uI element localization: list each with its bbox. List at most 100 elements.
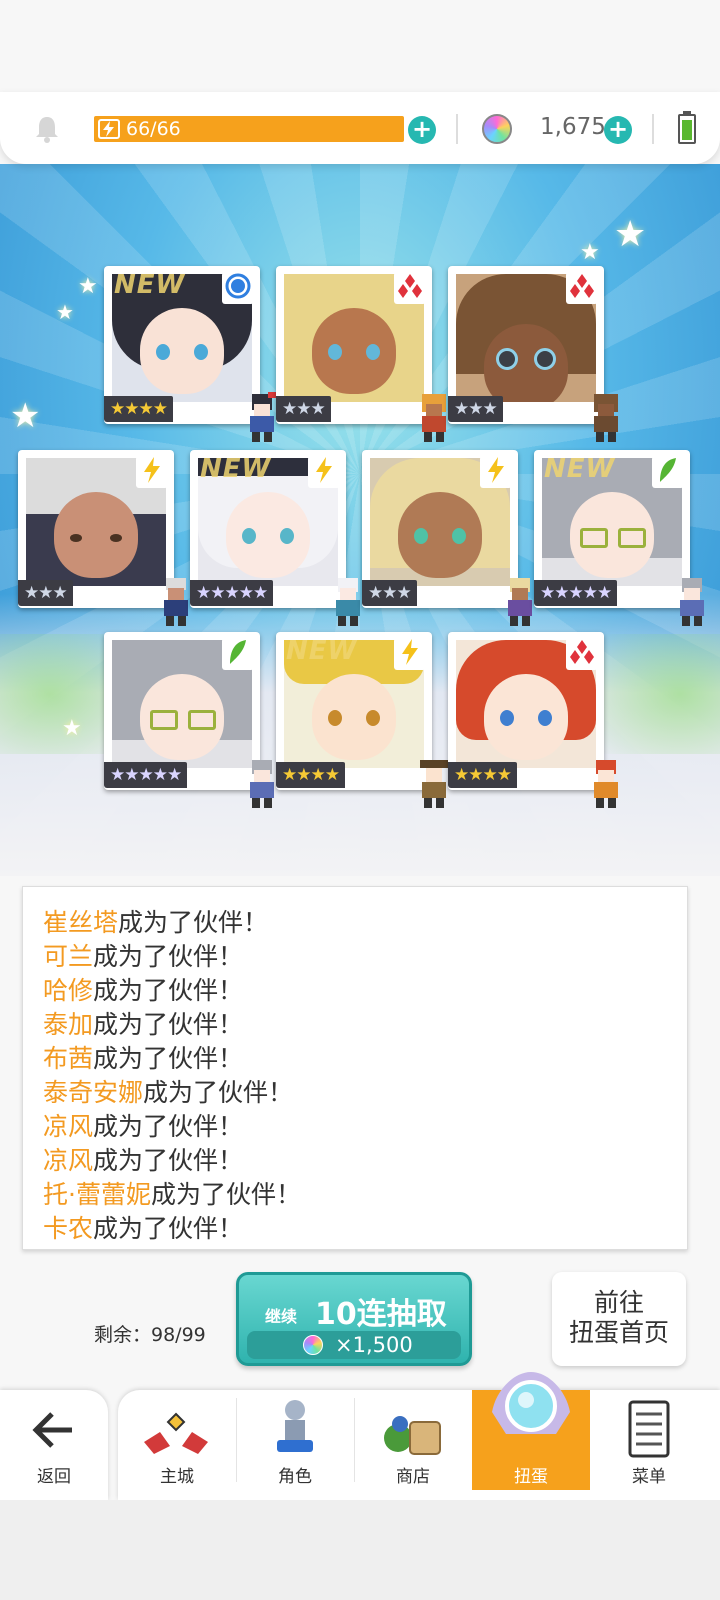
tab-shop[interactable]: 商店 [354, 1390, 472, 1490]
leaf-attribute-icon [222, 638, 254, 670]
lightning-attribute-icon [480, 456, 512, 488]
log-line: 凉风成为了伙伴！ [43, 1146, 244, 1175]
character-card-1[interactable]: NEW ★★★★ [104, 266, 276, 442]
gacha-home-line1: 前往 [593, 1288, 644, 1317]
castle-icon [140, 1410, 212, 1462]
character-card-5[interactable]: NEW ★★★★★ [190, 450, 360, 626]
lightning-attribute-icon [394, 638, 426, 670]
character-card-3[interactable]: ★★★ [448, 266, 618, 442]
gacha-home-line2: 扭蛋首页 [568, 1318, 669, 1347]
gem-icon [303, 1335, 323, 1355]
fire-attribute-icon [394, 272, 426, 304]
sparkle-star-icon: ★ [78, 274, 98, 299]
resource-bar: 66/66 + 1,675 + [0, 92, 720, 164]
character-card-4[interactable]: ★★★ [18, 450, 188, 626]
gacha-orb-icon [486, 1362, 576, 1456]
star-rating: ★★★★ [104, 396, 173, 422]
back-arrow-icon [32, 1410, 74, 1454]
sparkle-star-icon: ★ [10, 396, 41, 436]
star-rating: ★★★ [276, 396, 331, 422]
add-stamina-button[interactable]: + [408, 116, 436, 144]
tab-label: 商店 [396, 1467, 430, 1487]
add-gems-button[interactable]: + [604, 116, 632, 144]
tab-characters[interactable]: 角色 [236, 1390, 354, 1490]
lightning-attribute-icon [136, 456, 168, 488]
star-rating: ★★★★★ [190, 580, 274, 606]
sparkle-star-icon: ★ [614, 214, 647, 255]
sparkle-star-icon: ★ [62, 716, 82, 741]
stamina-bar: 66/66 [94, 116, 404, 142]
star-rating: ★★★★★ [534, 580, 618, 606]
new-badge: NEW [114, 270, 186, 300]
log-line: 布茜成为了伙伴！ [43, 1044, 244, 1073]
recruit-message-log[interactable]: 崔丝塔成为了伙伴！ 可兰成为了伙伴！ 哈修成为了伙伴！ 泰加成为了伙伴！ 布茜成… [22, 886, 688, 1250]
grass-decoration [600, 634, 720, 754]
bell-icon[interactable] [32, 114, 62, 144]
shop-bag-icon [378, 1410, 448, 1462]
log-line: 崔丝塔成为了伙伴！ [43, 908, 269, 937]
sparkle-star-icon: ★ [580, 240, 600, 265]
character-card-8[interactable]: ★★★★★ [104, 632, 274, 808]
star-rating: ★★★★ [276, 762, 345, 788]
lightning-attribute-icon [308, 456, 340, 488]
pull-cost: ×1,500 [247, 1331, 461, 1359]
nav-tabs: 主城 角色 商店 扭蛋 菜单 [118, 1372, 720, 1500]
fire-attribute-icon [566, 638, 598, 670]
log-line: 卡农成为了伙伴！ [43, 1214, 244, 1243]
pull-cost-value: ×1,500 [335, 1333, 413, 1357]
leaf-attribute-icon [652, 456, 684, 488]
gem-count: 1,675 [540, 114, 606, 140]
new-badge: NEW [200, 454, 272, 484]
tab-menu[interactable]: 菜单 [590, 1390, 708, 1490]
character-statue-icon [272, 1398, 318, 1460]
water-attribute-icon [222, 272, 254, 304]
character-card-10[interactable]: ★★★★ [448, 632, 618, 808]
tab-gacha[interactable]: 扭蛋 [472, 1372, 590, 1490]
character-card-2[interactable]: ★★★ [276, 266, 446, 442]
tab-label: 扭蛋 [514, 1467, 548, 1487]
bottom-nav: 返回 主城 角色 商店 扭蛋 菜单 [0, 1372, 720, 1500]
tab-label: 角色 [278, 1467, 312, 1487]
gacha-home-button[interactable]: 前往 扭蛋首页 [552, 1272, 686, 1366]
battery-icon [678, 111, 696, 144]
divider [652, 114, 654, 144]
character-card-9[interactable]: NEW ★★★★ [276, 632, 448, 808]
log-line: 泰奇安娜成为了伙伴！ [43, 1078, 294, 1107]
stamina-value: 66/66 [126, 118, 181, 140]
log-line: 泰加成为了伙伴！ [43, 1010, 244, 1039]
star-rating: ★★★ [448, 396, 503, 422]
back-button[interactable]: 返回 [0, 1390, 108, 1500]
star-rating: ★★★ [18, 580, 73, 606]
star-rating: ★★★★★ [104, 762, 188, 788]
log-line: 可兰成为了伙伴！ [43, 942, 244, 971]
fire-attribute-icon [566, 272, 598, 304]
tab-label: 主城 [160, 1467, 194, 1487]
pull-label: 10连抽取 [315, 1297, 447, 1332]
log-line: 哈修成为了伙伴！ [43, 976, 244, 1005]
tab-label: 菜单 [632, 1467, 666, 1487]
lightning-icon [98, 119, 120, 139]
star-rating: ★★★ [362, 580, 417, 606]
menu-list-icon [626, 1400, 672, 1462]
tab-main-city[interactable]: 主城 [118, 1390, 236, 1490]
continue-label: 继续 [265, 1307, 298, 1326]
sparkle-star-icon: ★ [56, 300, 74, 324]
pixel-sprite [586, 390, 626, 444]
pixel-sprite [586, 756, 626, 810]
character-card-7[interactable]: NEW ★★★★★ [534, 450, 704, 626]
star-rating: ★★★★ [448, 762, 517, 788]
gacha-result-scene: ★ ★ ★ ★ ★ ★ NEW ★★★★ ★★★ ★★★ ★★★ NEW ★★★… [0, 164, 720, 876]
system-nav-area [0, 1500, 720, 1600]
pixel-sprite [672, 574, 712, 628]
gacha-result-screen: 66/66 + 1,675 + ★ ★ ★ ★ ★ ★ NEW ★★★★ ★★★… [0, 0, 720, 1600]
log-line: 凉风成为了伙伴！ [43, 1112, 244, 1141]
new-badge: NEW [286, 636, 358, 666]
back-label: 返回 [37, 1467, 71, 1487]
new-badge: NEW [544, 454, 616, 484]
character-card-6[interactable]: ★★★ [362, 450, 532, 626]
remaining-count: 剩余：98/99 [94, 1324, 206, 1346]
log-line: 托·蕾蕾妮成为了伙伴！ [43, 1180, 301, 1209]
divider [456, 114, 458, 144]
continue-10-pull-button[interactable]: 继续 10连抽取 ×1,500 [236, 1272, 472, 1366]
gem-icon [482, 114, 512, 144]
